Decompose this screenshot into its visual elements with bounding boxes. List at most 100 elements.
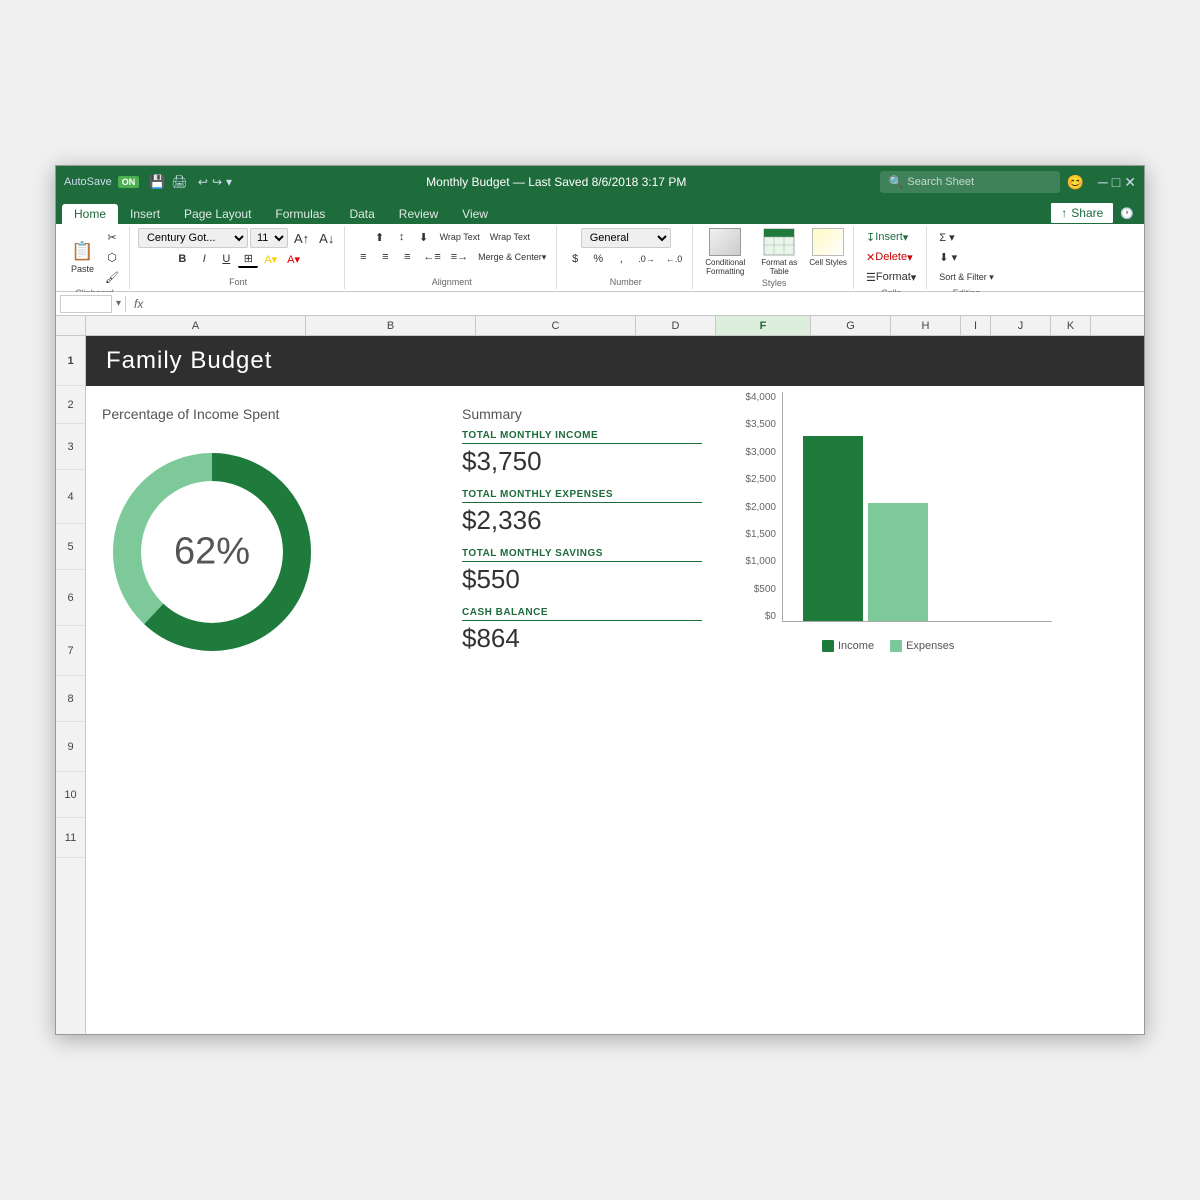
autosave-toggle[interactable]: ON: [118, 176, 140, 188]
y-label-0: $0: [765, 611, 776, 622]
center-align-button[interactable]: ≡: [375, 248, 395, 266]
decrease-indent-button[interactable]: ←≡: [419, 248, 444, 266]
undo-button[interactable]: ↩: [198, 175, 208, 189]
font-color-button[interactable]: A▾: [283, 250, 304, 268]
col-header-g[interactable]: H: [891, 316, 961, 335]
minimize-button[interactable]: ─: [1098, 174, 1108, 191]
share-button[interactable]: ↑ Share: [1050, 202, 1114, 224]
insert-button[interactable]: ↧ Insert ▾: [862, 228, 912, 246]
income-value: $3,750: [462, 446, 702, 477]
copy-button[interactable]: ⬡: [101, 248, 123, 266]
tab-page-layout[interactable]: Page Layout: [172, 204, 263, 224]
history-icon[interactable]: 🕐: [1120, 207, 1134, 220]
fill-button[interactable]: ⬇ ▾: [935, 248, 961, 266]
col-header-i[interactable]: J: [991, 316, 1051, 335]
wrap-text-label[interactable]: Wrap Text: [486, 228, 534, 246]
summary-item-balance: CASH BALANCE $864: [462, 607, 702, 654]
decrease-font-button[interactable]: A↓: [315, 229, 338, 247]
conditional-formatting-icon[interactable]: [709, 228, 741, 256]
merge-center-button[interactable]: Merge & Center▾: [474, 248, 550, 266]
row-num-8[interactable]: 8: [56, 676, 85, 722]
underline-button[interactable]: U: [216, 250, 236, 268]
tab-home[interactable]: Home: [62, 204, 118, 224]
decrease-decimal-button[interactable]: ←.0: [662, 250, 687, 268]
excel-window: AutoSave ON 💾 🖨 ↩ ↪ ▾ Monthly Budget — L…: [55, 165, 1145, 1035]
left-align-button[interactable]: ≡: [353, 248, 373, 266]
delete-button[interactable]: ✕ Delete ▾: [862, 248, 917, 266]
align-top-button[interactable]: ⬆: [370, 228, 390, 246]
format-as-table-label: Format as Table: [753, 258, 805, 276]
sum-button[interactable]: Σ ▾: [935, 228, 958, 246]
wrap-text-button[interactable]: Wrap Text: [436, 228, 484, 246]
emoji-icon: 😊: [1066, 174, 1083, 191]
border-button[interactable]: ⊞: [238, 250, 258, 268]
bold-button[interactable]: B: [172, 250, 192, 268]
font-label: Font: [229, 277, 247, 287]
col-header-b[interactable]: B: [306, 316, 476, 335]
y-axis-labels: $4,000 $3,500 $3,000 $2,500 $2,000 $1,50…: [742, 392, 780, 622]
row-num-10[interactable]: 10: [56, 772, 85, 818]
tab-review[interactable]: Review: [387, 204, 450, 224]
expenses-value: $2,336: [462, 505, 702, 536]
customize-qat-icon[interactable]: ▾: [226, 175, 232, 189]
increase-decimal-button[interactable]: .0→: [634, 250, 659, 268]
align-middle-button[interactable]: ↕: [392, 228, 412, 246]
y-label-3000: $3,000: [745, 447, 776, 458]
format-painter-button[interactable]: 🖌: [101, 268, 123, 286]
close-button[interactable]: ✕: [1124, 174, 1136, 191]
col-header-d[interactable]: D: [636, 316, 716, 335]
legend-income-label: Income: [838, 640, 874, 652]
currency-button[interactable]: $: [565, 250, 585, 268]
row-num-7[interactable]: 7: [56, 626, 85, 676]
summary-item-expenses: TOTAL MONTHLY EXPENSES $2,336: [462, 489, 702, 536]
increase-font-button[interactable]: A↑: [290, 229, 313, 247]
row-num-4[interactable]: 4: [56, 470, 85, 524]
col-header-e-selected[interactable]: F: [716, 316, 811, 335]
search-bar[interactable]: 🔍: [880, 171, 1060, 193]
col-header-h[interactable]: I: [961, 316, 991, 335]
save-icon[interactable]: 💾: [149, 174, 165, 190]
align-bottom-button[interactable]: ⬇: [414, 228, 434, 246]
column-headers: A B C D F G H I J K: [56, 316, 1144, 336]
percent-button[interactable]: %: [588, 250, 608, 268]
right-align-button[interactable]: ≡: [397, 248, 417, 266]
formula-divider: [125, 296, 126, 312]
tab-view[interactable]: View: [450, 204, 500, 224]
format-button[interactable]: ☰ Format ▾: [862, 268, 920, 286]
col-header-j[interactable]: K: [1051, 316, 1091, 335]
sort-filter-button[interactable]: Sort & Filter ▾: [935, 268, 998, 286]
col-header-a[interactable]: A: [86, 316, 306, 335]
row-num-5[interactable]: 5: [56, 524, 85, 570]
cut-button[interactable]: ✂: [101, 228, 123, 246]
formula-input[interactable]: [151, 297, 1140, 311]
row-num-3[interactable]: 3: [56, 424, 85, 470]
maximize-button[interactable]: □: [1112, 174, 1120, 191]
row-num-6[interactable]: 6: [56, 570, 85, 626]
summary-item-income: TOTAL MONTHLY INCOME $3,750: [462, 430, 702, 477]
row-num-11[interactable]: 11: [56, 818, 85, 858]
comma-button[interactable]: ,: [611, 250, 631, 268]
cell-reference[interactable]: F22: [60, 295, 112, 313]
cell-styles-icon[interactable]: [812, 228, 844, 256]
row-num-1[interactable]: 1: [56, 336, 85, 386]
italic-button[interactable]: I: [194, 250, 214, 268]
font-selector[interactable]: Century Got...: [138, 228, 248, 248]
tab-data[interactable]: Data: [337, 204, 386, 224]
font-size-selector[interactable]: 11: [250, 228, 288, 248]
col-header-c[interactable]: C: [476, 316, 636, 335]
format-as-table-button[interactable]: [763, 228, 795, 256]
print-icon[interactable]: 🖨: [171, 174, 188, 190]
tab-insert[interactable]: Insert: [118, 204, 172, 224]
tab-formulas[interactable]: Formulas: [263, 204, 337, 224]
col-header-f[interactable]: G: [811, 316, 891, 335]
number-format-selector[interactable]: General: [581, 228, 671, 248]
expand-formula-icon[interactable]: ▾: [116, 298, 121, 309]
search-input[interactable]: [907, 176, 1052, 188]
redo-button[interactable]: ↪: [212, 175, 222, 189]
row-num-2[interactable]: 2: [56, 386, 85, 424]
fill-color-button[interactable]: A▾: [260, 250, 281, 268]
summary-item-savings: TOTAL MONTHLY SAVINGS $550: [462, 548, 702, 595]
row-num-9[interactable]: 9: [56, 722, 85, 772]
increase-indent-button[interactable]: ≡→: [447, 248, 472, 266]
paste-button[interactable]: 📋 Paste: [66, 233, 99, 281]
